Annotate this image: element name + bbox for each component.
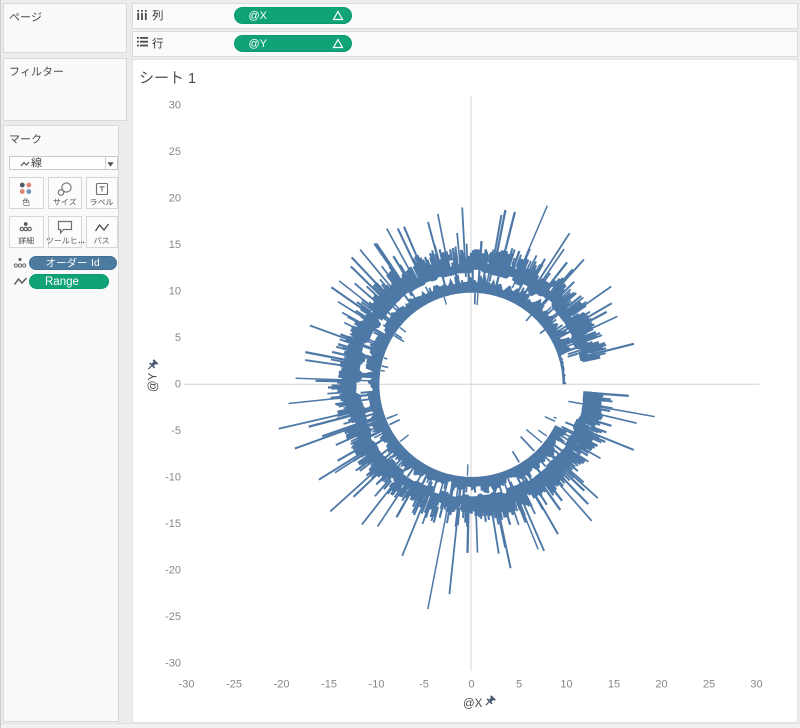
svg-text:5: 5 xyxy=(516,679,522,691)
svg-text:@Y: @Y xyxy=(148,372,160,392)
svg-text:-10: -10 xyxy=(369,679,385,691)
svg-text:0: 0 xyxy=(175,379,181,391)
svg-text:20: 20 xyxy=(169,192,181,204)
svg-text:10: 10 xyxy=(169,286,181,298)
svg-text:10: 10 xyxy=(560,679,572,691)
svg-text:15: 15 xyxy=(608,679,620,691)
svg-text:-25: -25 xyxy=(226,679,242,691)
svg-text:-20: -20 xyxy=(274,679,290,691)
svg-text:-30: -30 xyxy=(165,658,181,670)
svg-text:-20: -20 xyxy=(165,565,181,577)
svg-text:20: 20 xyxy=(655,679,667,691)
svg-text:@X: @X xyxy=(463,698,483,710)
svg-text:0: 0 xyxy=(468,679,474,691)
svg-text:-10: -10 xyxy=(165,472,181,484)
svg-text:30: 30 xyxy=(169,99,181,111)
svg-text:-15: -15 xyxy=(165,518,181,530)
svg-text:25: 25 xyxy=(169,146,181,158)
svg-text:30: 30 xyxy=(750,679,762,691)
svg-text:-25: -25 xyxy=(165,611,181,623)
svg-text:-5: -5 xyxy=(419,679,429,691)
svg-text:5: 5 xyxy=(175,332,181,344)
svg-text:-5: -5 xyxy=(171,425,181,437)
svg-text:15: 15 xyxy=(169,239,181,251)
svg-text:-30: -30 xyxy=(179,679,195,691)
svg-text:-15: -15 xyxy=(321,679,337,691)
svg-text:25: 25 xyxy=(703,679,715,691)
